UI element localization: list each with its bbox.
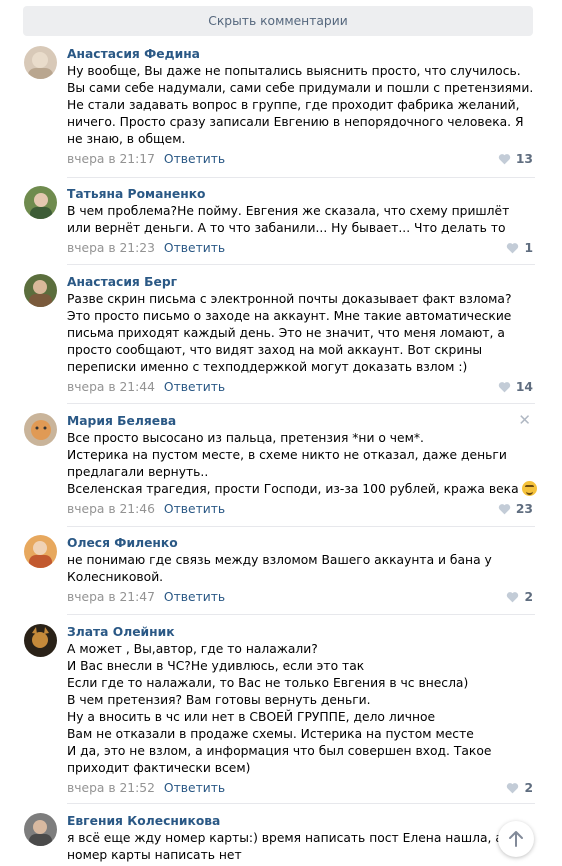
emoji-icon: [521, 481, 537, 496]
comment-author[interactable]: Мария Беляева: [67, 413, 537, 429]
like-count: 23: [515, 502, 533, 516]
like-count: 13: [515, 152, 533, 166]
like-button[interactable]: 1: [506, 239, 533, 257]
reply-button[interactable]: Ответить: [164, 152, 225, 166]
comment-text: Разве скрин письма с электронной почты д…: [67, 292, 512, 374]
comment-text: А может , Вы,автор, где то налажали? И В…: [67, 642, 492, 775]
comment-author[interactable]: Олеся Филенко: [67, 535, 537, 551]
separator: [67, 177, 535, 178]
comment-author[interactable]: Татьяна Романенко: [67, 186, 537, 202]
heart-icon: [498, 382, 511, 393]
comment-date[interactable]: вчера в 21:47: [67, 590, 155, 604]
hide-comments-button[interactable]: Скрыть комментарии: [23, 6, 533, 36]
separator: [67, 264, 535, 265]
like-button[interactable]: 2: [506, 779, 533, 797]
heart-icon: [507, 243, 519, 254]
heart-icon: [498, 504, 511, 515]
arrow-up-icon: [509, 831, 523, 847]
avatar[interactable]: [24, 274, 57, 307]
comment-date[interactable]: вчера в 21:44: [67, 380, 155, 394]
separator: [67, 803, 535, 804]
avatar[interactable]: [24, 624, 57, 657]
comment-text: Ну вообще, Вы даже не попытались выяснит…: [67, 64, 534, 146]
like-button[interactable]: 14: [498, 378, 533, 396]
comment-text: В чем проблема?Не пойму. Евгения же сказ…: [67, 204, 510, 235]
like-button[interactable]: 2: [506, 588, 533, 606]
reply-button[interactable]: Ответить: [164, 590, 225, 604]
avatar[interactable]: [24, 813, 57, 846]
comment-text: я всё еще жду номер карты:) время написа…: [67, 831, 503, 862]
separator: [67, 526, 535, 527]
heart-icon: [498, 154, 511, 165]
heart-icon: [507, 783, 519, 794]
reply-button[interactable]: Ответить: [164, 502, 225, 516]
reply-button[interactable]: Ответить: [164, 380, 225, 394]
comment-author[interactable]: Евгения Колесникова: [67, 813, 537, 829]
heart-icon: [507, 592, 519, 603]
comment-text: Все просто высосано из пальца, претензия…: [67, 430, 537, 498]
separator: [67, 403, 535, 404]
comment-author[interactable]: Злата Олейник: [67, 624, 537, 640]
comment-date[interactable]: вчера в 21:46: [67, 502, 155, 516]
like-button[interactable]: 13: [498, 150, 533, 168]
like-count: 2: [524, 781, 533, 795]
comment-date[interactable]: вчера в 21:17: [67, 152, 155, 166]
reply-button[interactable]: Ответить: [164, 781, 225, 795]
like-count: 14: [515, 380, 533, 394]
avatar[interactable]: [24, 46, 57, 79]
like-count: 1: [524, 241, 533, 255]
comment-text: не понимаю где связь между взломом Вашег…: [67, 553, 492, 584]
comment-date[interactable]: вчера в 21:52: [67, 781, 155, 795]
comment-author[interactable]: Анастасия Берг: [67, 274, 537, 290]
scroll-to-top-button[interactable]: [498, 821, 534, 857]
avatar[interactable]: [24, 535, 57, 568]
comment-date[interactable]: вчера в 21:23: [67, 241, 155, 255]
comment-author[interactable]: Анастасия Федина: [67, 46, 537, 62]
separator: [67, 614, 535, 615]
avatar[interactable]: [24, 413, 57, 446]
like-count: 2: [524, 590, 533, 604]
like-button[interactable]: 23: [498, 500, 533, 518]
avatar[interactable]: [24, 186, 57, 219]
reply-button[interactable]: Ответить: [164, 241, 225, 255]
